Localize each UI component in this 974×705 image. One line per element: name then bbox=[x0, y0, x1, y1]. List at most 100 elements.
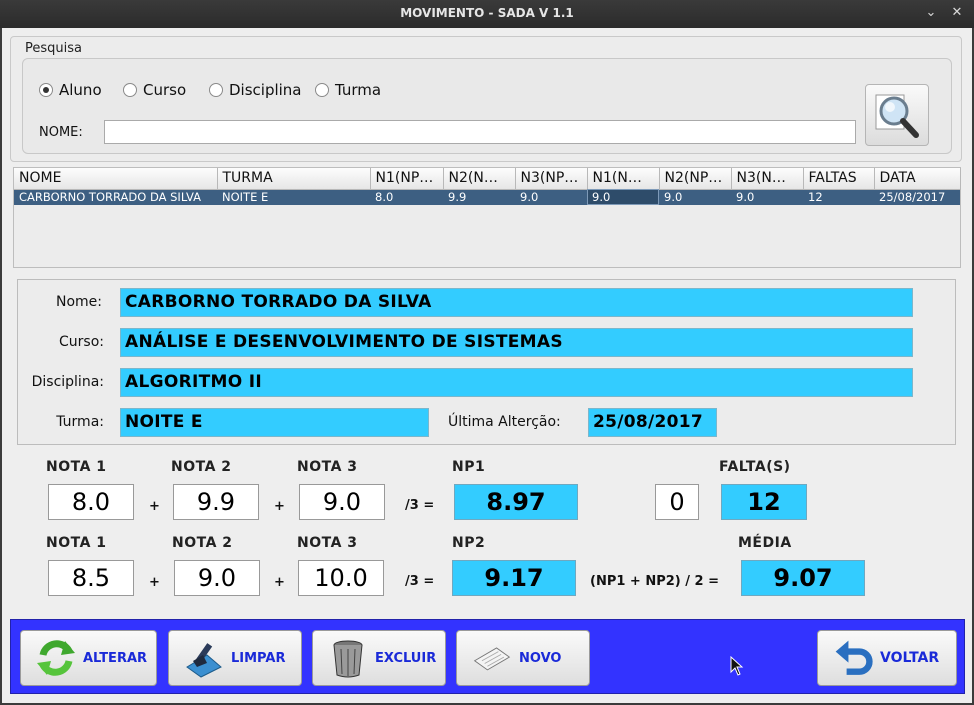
table-header-row: NOME TURMA N1(NP… N2(N… N3(NP… N1(N… N2(… bbox=[14, 168, 961, 190]
voltar-label: VOLTAR bbox=[880, 650, 940, 666]
radio-disciplina-label: Disciplina bbox=[229, 81, 302, 99]
table-cell[interactable]: 9.0 bbox=[659, 189, 731, 205]
nota3-label: NOTA 3 bbox=[297, 459, 358, 475]
excluir-label: EXCLUIR bbox=[375, 650, 437, 666]
media-formula-label: (NP1 + NP2) / 2 = bbox=[590, 574, 719, 589]
radio-curso[interactable]: Curso bbox=[123, 81, 186, 99]
nota3-label: NOTA 3 bbox=[297, 535, 358, 551]
dustpan-brush-icon bbox=[183, 637, 225, 679]
limpar-button[interactable]: LIMPAR bbox=[168, 630, 302, 686]
np1-nota1-input[interactable]: 8.0 bbox=[48, 484, 134, 520]
faltas-label: FALTA(S) bbox=[719, 459, 791, 475]
np2-nota2-input[interactable]: 9.0 bbox=[174, 560, 260, 596]
refresh-icon bbox=[35, 637, 77, 679]
np1-nota3-input[interactable]: 9.0 bbox=[299, 484, 385, 520]
window-title: MOVIMENTO - SADA V 1.1 bbox=[400, 6, 574, 20]
nome-search-input[interactable] bbox=[104, 120, 856, 144]
radio-turma[interactable]: Turma bbox=[315, 81, 381, 99]
novo-button[interactable]: NOVO bbox=[456, 630, 590, 686]
col-header[interactable]: N3(N… bbox=[731, 168, 804, 190]
alterar-label: ALTERAR bbox=[83, 650, 148, 666]
col-header[interactable]: NOME bbox=[14, 168, 218, 190]
search-legend: Pesquisa bbox=[25, 41, 82, 56]
details-panel: Nome: CARBORNO TORRADO DA SILVA Curso: A… bbox=[17, 279, 956, 445]
nota1-label: NOTA 1 bbox=[46, 535, 107, 551]
col-header[interactable]: N2(NP… bbox=[659, 168, 732, 190]
col-header[interactable]: N1(N… bbox=[587, 168, 660, 190]
col-header[interactable]: N2(N… bbox=[443, 168, 516, 190]
ultima-alteracao-label: Última Alterção: bbox=[448, 414, 561, 430]
table-cell[interactable]: NOITE E bbox=[217, 189, 370, 205]
undo-arrow-icon bbox=[832, 637, 874, 679]
np2-label: NP2 bbox=[452, 535, 486, 551]
table-cell[interactable]: 9.9 bbox=[443, 189, 515, 205]
radio-aluno[interactable]: Aluno bbox=[39, 81, 102, 99]
radio-checked-icon bbox=[39, 83, 53, 97]
search-inner-panel: Aluno Curso Disciplina Turma NOME: bbox=[22, 58, 952, 154]
plus-sign: + bbox=[149, 499, 160, 514]
novo-label: NOVO bbox=[519, 650, 562, 666]
table-cell[interactable]: 9.0 bbox=[515, 189, 587, 205]
np1-result: 8.97 bbox=[454, 484, 578, 520]
col-header[interactable]: FALTAS bbox=[803, 168, 875, 190]
radio-turma-label: Turma bbox=[335, 81, 382, 99]
table-cell[interactable]: CARBORNO TORRADO DA SILVA bbox=[14, 189, 217, 205]
close-icon[interactable]: ✕ bbox=[948, 4, 966, 22]
table-cell[interactable]: 12 bbox=[803, 189, 874, 205]
radio-unchecked-icon bbox=[123, 83, 137, 97]
table-cell[interactable]: 8.0 bbox=[370, 189, 443, 205]
turma-label: Turma: bbox=[56, 414, 104, 430]
np1-label: NP1 bbox=[452, 459, 486, 475]
main-window: Pesquisa Aluno Curso Disciplina Turma NO… bbox=[2, 28, 972, 703]
radio-unchecked-icon bbox=[315, 83, 329, 97]
mouse-cursor-icon bbox=[730, 656, 744, 676]
voltar-button[interactable]: VOLTAR bbox=[817, 630, 957, 686]
nome-search-label: NOME: bbox=[39, 125, 83, 140]
divide-three-label: /3 = bbox=[405, 498, 435, 513]
table-cell[interactable]: 25/08/2017 bbox=[874, 189, 960, 205]
table-cell[interactable]: 9.0 bbox=[731, 189, 803, 205]
curso-field[interactable]: ANÁLISE E DESENVOLVIMENTO DE SISTEMAS bbox=[120, 328, 913, 357]
disciplina-label: Disciplina: bbox=[31, 374, 104, 390]
col-header[interactable]: DATA bbox=[874, 168, 961, 190]
radio-disciplina[interactable]: Disciplina bbox=[209, 81, 302, 99]
title-bar: MOVIMENTO - SADA V 1.1 ⌄ ✕ bbox=[0, 0, 974, 28]
np2-nota1-input[interactable]: 8.5 bbox=[48, 560, 134, 596]
plus-sign: + bbox=[274, 499, 285, 514]
limpar-label: LIMPAR bbox=[231, 650, 286, 666]
nota2-label: NOTA 2 bbox=[172, 535, 233, 551]
np2-nota3-input[interactable]: 10.0 bbox=[298, 560, 384, 596]
radio-curso-label: Curso bbox=[143, 81, 187, 99]
media-label: MÉDIA bbox=[738, 535, 792, 551]
excluir-button[interactable]: EXCLUIR bbox=[312, 630, 446, 686]
new-document-icon bbox=[471, 637, 513, 679]
media-result: 9.07 bbox=[741, 560, 865, 596]
magnifier-icon bbox=[875, 94, 919, 138]
curso-label: Curso: bbox=[59, 334, 104, 350]
nota1-label: NOTA 1 bbox=[46, 459, 107, 475]
np1-nota2-input[interactable]: 9.9 bbox=[173, 484, 259, 520]
minimize-icon[interactable]: ⌄ bbox=[922, 4, 940, 22]
divide-three-label: /3 = bbox=[405, 574, 435, 589]
np2-result: 9.17 bbox=[452, 560, 576, 596]
col-header[interactable]: TURMA bbox=[217, 168, 371, 190]
nome-label: Nome: bbox=[55, 294, 102, 310]
col-header[interactable]: N1(NP… bbox=[370, 168, 444, 190]
nome-field[interactable]: CARBORNO TORRADO DA SILVA bbox=[120, 288, 913, 317]
disciplina-field[interactable]: ALGORITMO II bbox=[120, 368, 913, 397]
nota2-label: NOTA 2 bbox=[171, 459, 232, 475]
ultima-alteracao-field[interactable]: 25/08/2017 bbox=[588, 408, 717, 437]
radio-aluno-label: Aluno bbox=[59, 81, 102, 99]
search-panel: Pesquisa Aluno Curso Disciplina Turma NO… bbox=[10, 36, 962, 162]
alterar-button[interactable]: ALTERAR bbox=[20, 630, 157, 686]
table-row[interactable]: CARBORNO TORRADO DA SILVA NOITE E 8.0 9.… bbox=[14, 189, 960, 205]
faltas-total: 12 bbox=[721, 484, 807, 520]
radio-unchecked-icon bbox=[209, 83, 223, 97]
faltas-input[interactable]: 0 bbox=[655, 484, 699, 520]
search-button[interactable] bbox=[865, 84, 929, 146]
table-cell-focused[interactable]: 9.0 bbox=[587, 189, 659, 205]
results-table[interactable]: NOME TURMA N1(NP… N2(N… N3(NP… N1(N… N2(… bbox=[13, 167, 961, 268]
turma-field[interactable]: NOITE E bbox=[120, 408, 429, 437]
trash-bin-icon bbox=[327, 637, 369, 679]
col-header[interactable]: N3(NP… bbox=[515, 168, 588, 190]
